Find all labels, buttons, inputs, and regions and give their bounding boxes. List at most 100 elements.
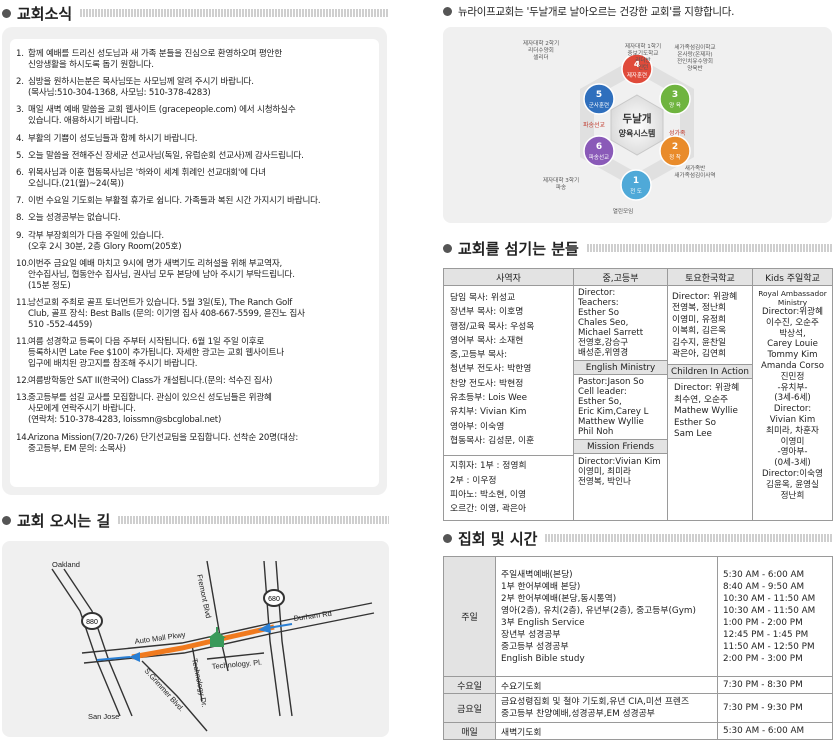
step-caption: 제자대학 3학기 파송: [543, 176, 579, 191]
cia-staff-entry: 최수연, 오순주: [674, 394, 729, 405]
section-rule: [586, 244, 832, 252]
sched-day-sunday: 주일: [443, 556, 496, 677]
step-label: 양 육: [669, 101, 681, 109]
news-title: 교회소식: [17, 4, 73, 23]
kids-staff-entry: 정난희: [780, 490, 805, 501]
kids-staff-entry: (0세-3세): [774, 458, 811, 469]
map-drawing: 880 680 Oakland San Jose Fremont Blvd Au…: [51, 560, 375, 732]
center-title: 두날개: [623, 112, 652, 125]
news-item: 11. 여름 성경학교 등록이 다음 주부터 시작됩니다. 6월 1일 주일 이후…: [16, 337, 373, 370]
staff-header-saturday: 토요한국학교: [667, 268, 753, 286]
news-header: 교회소식: [2, 2, 389, 24]
mission-friends-header: Mission Friends: [574, 439, 667, 454]
sunday-time-item: 8:40 AM - 9:50 AM: [723, 581, 805, 592]
news-item-text: 심방을 원하시는분은 목사님또는 사모님께 알려 주시기 바랍니다. (목사님:…: [28, 77, 254, 99]
choir-entry: 지휘자: 1부 : 정영희: [450, 461, 527, 472]
center-hexagon: [610, 94, 664, 156]
youth-staff-entry: Chales Seo,: [578, 318, 629, 328]
choir-entry: 피아노: 박소현, 이영: [450, 489, 527, 500]
news-item: 2. 심방을 원하시는분은 목사님또는 사모님께 알려 주시기 바랍니다. (목사…: [16, 77, 373, 99]
em-staff-entry: Matthew Wyllie: [578, 417, 644, 427]
schedule-table: 주일 주일새벽예배(본당) 1부 한어부예배 본당) 2부 한어부예배(본당,동시통…: [443, 556, 833, 740]
choir-entry: 오르간: 이영, 곽은아: [450, 504, 527, 515]
news-item-number: 10.: [16, 258, 30, 269]
english-ministry-header: English Ministry: [574, 360, 667, 375]
mf-staff-entry: 전영복, 박인나: [578, 477, 631, 487]
diagram-drawing: 두날개 양육시스템 1전 도2정 착3양 육4제자훈련5군사훈련6파송선교 열린…: [523, 39, 716, 215]
fri-time: 7:30 PM - 9:30 PM: [717, 693, 833, 723]
saturday-staff-entry: 김수지, 윤찬일: [672, 337, 727, 348]
step-circle-1: 1전 도: [620, 169, 652, 201]
youth-staff-entry: Michael Sarrett: [578, 328, 644, 338]
label-technology-pl: Technology. Pl.: [211, 658, 262, 671]
staff-title: 교회를 섬기는 분들: [458, 239, 579, 258]
staff-header-youth: 중,고등부: [573, 268, 668, 286]
center-subtitle: 양육시스템: [619, 128, 656, 138]
ministers-cell: 담임 목사: 위성교 장년부 목사: 이호명 행정/교육 목사: 우성옥 영어부 목사…: [443, 285, 574, 521]
step-label: 파송선교: [589, 153, 609, 161]
news-item-text: 여름 성경학교 등록이 다음 주부터 시작됩니다. 6월 1일 주일 이후로 등…: [28, 337, 284, 370]
friday-service-item: 금요성령집회 및 철야 기도회,유년 CIA,미션 프렌즈: [501, 697, 690, 707]
news-list: 1. 함께 예배를 드리신 성도님과 새 가족 분들을 진심으로 환영하오며 평안…: [16, 49, 373, 455]
news-item-text: 남선교회 주최로 골프 토너먼트가 있습니다. 5월 3일(토), The Ra…: [28, 297, 305, 330]
news-item: 8. 오늘 성경공부는 없습니다.: [16, 213, 373, 224]
kids-staff-entry: Royal Ambassador: [758, 289, 827, 298]
news-item-text: 위목사님과 이훈 협동목사님은 '하와이 세계 휘례인 선교대회'에 다녀 오십…: [28, 167, 266, 189]
map-title: 교회 오시는 길: [17, 511, 111, 530]
sunday-time-item: 1:00 PM - 2:00 PM: [723, 617, 803, 628]
label-grimmer: S.Grimmer Blvd.: [143, 666, 187, 713]
minister-entry: 협동목사: 김성문, 이훈: [450, 435, 535, 446]
section-rule: [80, 9, 389, 17]
minister-entry: 담임 목사: 위성교: [450, 293, 516, 303]
news-item-text: 중고등부를 섬길 교사를 모집합니다. 관심이 있으신 성도님들은 위광혜 사모…: [28, 393, 272, 426]
step-number: 2: [672, 142, 678, 152]
children-in-action-header: Children In Action: [668, 364, 752, 380]
news-item: 7. 이번 수요일 기도회는 부활절 휴가로 쉽니다. 가족들과 복된 시간 가지…: [16, 196, 373, 207]
staff-header: 교회를 섬기는 분들: [443, 237, 832, 259]
step-circle-3: 3양 육: [659, 83, 691, 115]
staff-header-kids: Kids 주일학교: [752, 268, 833, 286]
wed-service: 수요기도회: [495, 676, 718, 694]
news-item: 13. 중고등부를 섬길 교사를 모집합니다. 관심이 있으신 성도님들은 위광혜…: [16, 393, 373, 426]
church-location-icon: [208, 627, 226, 647]
daily-time: 5:30 AM - 6:00 AM: [717, 722, 833, 740]
cia-staff-entry: Sam Lee: [674, 429, 712, 440]
sunday-service-item: 중고등부 성경공부: [501, 641, 569, 652]
news-item-number: 7.: [16, 196, 24, 207]
step-circle-2: 2정 착: [659, 135, 691, 167]
kids-staff-entry: 이영미: [780, 436, 805, 447]
news-item-text: Arizona Mission(7/20-7/26) 단기선교팀을 모집합니다.…: [28, 432, 299, 454]
step-caption: 열린모임: [613, 207, 634, 215]
minister-entry: 유초등부: Lois Wee: [450, 393, 528, 404]
map-header: 교회 오시는 길: [2, 509, 389, 531]
minister-entry: 중,고등부 목사:: [450, 350, 508, 361]
news-item-number: 9.: [16, 230, 24, 241]
sunday-time-item: 11:50 AM - 12:50 PM: [723, 641, 815, 652]
news-item-text: 오늘 성경공부는 없습니다.: [28, 213, 121, 224]
minister-entry: 청년부 전도사: 박한영: [450, 364, 532, 375]
bullet-icon: [443, 6, 452, 16]
step-circle-6: 6파송선교: [583, 135, 615, 167]
saturday-staff-entry: 곽은아, 김연희: [672, 349, 727, 360]
step-number: 3: [672, 90, 678, 100]
cia-staff-entry: Mathew Wyllie: [674, 406, 738, 417]
svg-text:680: 680: [268, 596, 280, 603]
sunday-service-item: English Bible study: [501, 653, 585, 664]
youth-staff-entry: 전영호,강승구: [578, 338, 629, 348]
sunday-service-item: 장년부 성경공부: [501, 629, 561, 640]
sched-day-wednesday: 수요일: [443, 676, 496, 694]
news-item-number: 11.: [16, 297, 30, 308]
bullet-icon: [443, 533, 452, 543]
friday-services: 금요성령집회 및 철야 기도회,유년 CIA,미션 프렌즈 중고등부 찬양예배,성…: [495, 693, 718, 723]
youth-cell: Director: Teachers: Esther So Chales Seo, Mi…: [573, 285, 668, 521]
saturday-cell: Director: 위광혜 전영복, 정난희 이영미, 유정희 이복희, 김은옥 김수지…: [667, 285, 753, 521]
step-label: 군사훈련: [589, 101, 609, 109]
step-number: 6: [596, 142, 602, 152]
youth-staff-entry: Esther So: [578, 308, 619, 318]
news-item-number: 6.: [16, 167, 24, 178]
news-item-text: 부활의 기쁨이 성도님들과 함께 하시기 바랍니다.: [28, 133, 198, 144]
em-staff-entry: Eric Kim,Carey L: [578, 407, 649, 417]
step-number: 1: [633, 176, 639, 186]
kids-cell: Royal Ambassador Ministry Director:위광혜 이수진,…: [752, 285, 833, 521]
youth-staff-entry: Director:: [578, 288, 616, 298]
